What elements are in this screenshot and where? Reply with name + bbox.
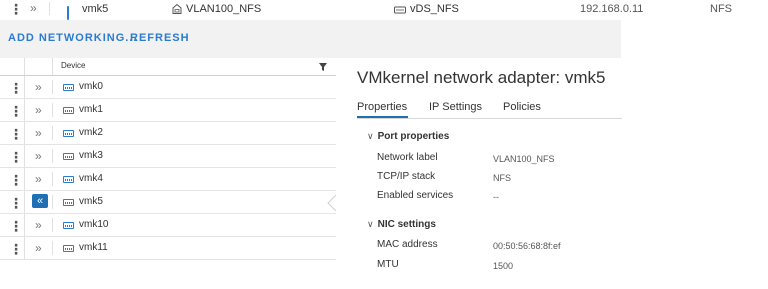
section-heading: Port properties xyxy=(377,131,450,142)
column-divider xyxy=(24,237,25,259)
tcpip-stack-label: TCP/IP stack xyxy=(377,171,436,182)
column-divider xyxy=(52,126,53,140)
network-adapter-icon xyxy=(63,199,74,206)
device-cell: vmk5 xyxy=(79,196,103,207)
enabled-services-value: -- xyxy=(493,192,499,202)
row-actions-icon[interactable]: ⋮ xyxy=(9,242,23,256)
stack-cell: NFS xyxy=(710,3,732,15)
column-divider xyxy=(24,145,25,167)
network-adapter-icon xyxy=(67,6,69,20)
network-adapter-icon xyxy=(63,130,74,137)
column-divider xyxy=(52,103,53,117)
column-divider xyxy=(24,191,25,213)
column-divider xyxy=(52,195,53,209)
row-actions-icon[interactable]: ⋮ xyxy=(9,196,23,210)
tcpip-stack-value: NFS xyxy=(493,173,511,183)
device-cell: vmk11 xyxy=(79,242,108,253)
toolbar: ADD NETWORKING... REFRESH xyxy=(0,20,621,58)
table-row-selected[interactable]: ⋮ « vmk5 xyxy=(0,191,336,214)
chevron-down-icon[interactable]: ∨ xyxy=(367,219,374,230)
ip-cell: 192.168.0.11 xyxy=(580,3,644,15)
mac-address-label: MAC address xyxy=(377,239,438,250)
table-row[interactable]: ⋮ » vmk2 xyxy=(0,122,336,145)
column-divider xyxy=(24,58,25,75)
table-row[interactable]: ⋮ » vmk3 xyxy=(0,145,336,168)
row-actions-icon[interactable]: ⋮ xyxy=(9,173,23,187)
enabled-services-label: Enabled services xyxy=(377,190,454,201)
tab-policies[interactable]: Policies xyxy=(503,101,541,113)
network-label-label: Network label xyxy=(377,152,438,163)
switch-cell: vDS_NFS xyxy=(410,3,459,15)
row-actions-icon[interactable]: ⋮ xyxy=(9,219,23,233)
table-row[interactable]: ⋮ » vmk11 xyxy=(0,237,336,260)
column-divider xyxy=(24,122,25,144)
network-adapter-icon xyxy=(63,222,74,229)
chevron-down-icon[interactable]: ∨ xyxy=(367,131,374,142)
network-label-value: VLAN100_NFS xyxy=(493,154,555,164)
section-heading: NIC settings xyxy=(377,219,436,230)
column-divider xyxy=(52,149,53,163)
detail-title: VMkernel network adapter: vmk5 xyxy=(357,68,606,87)
column-divider xyxy=(24,99,25,121)
expand-row-icon[interactable]: » xyxy=(35,104,42,116)
detail-pointer-icon xyxy=(327,195,336,211)
mac-address-value: 00:50:56:68:8f:ef xyxy=(493,241,561,251)
column-divider xyxy=(24,76,25,98)
refresh-button[interactable]: REFRESH xyxy=(130,32,190,44)
row-actions-icon[interactable]: ⋮ xyxy=(9,81,23,95)
column-header-device[interactable]: Device xyxy=(61,61,85,70)
tab-ip-settings[interactable]: IP Settings xyxy=(429,101,482,113)
network-adapter-icon xyxy=(63,153,74,160)
expand-row-icon[interactable]: » xyxy=(35,219,42,231)
expand-row-icon[interactable]: » xyxy=(35,173,42,185)
mtu-value: 1500 xyxy=(493,261,514,271)
portgroup-icon xyxy=(172,3,182,14)
row-actions-icon[interactable]: ⋮ xyxy=(9,104,23,118)
switch-icon xyxy=(394,6,406,14)
network-adapter-icon xyxy=(63,84,74,91)
collapse-details-icon[interactable]: « xyxy=(32,194,48,208)
previous-row[interactable]: ⋮ » vmk5 VLAN100_NFS vDS_NFS 192.168.0.1… xyxy=(0,0,768,20)
column-divider xyxy=(52,58,53,75)
column-divider xyxy=(52,80,53,94)
table-row[interactable]: ⋮ » vmk4 xyxy=(0,168,336,191)
expand-row-icon[interactable]: » xyxy=(35,242,42,254)
expand-row-icon[interactable]: » xyxy=(35,127,42,139)
column-divider xyxy=(49,2,50,15)
network-adapter-icon xyxy=(63,107,74,114)
device-cell: vmk1 xyxy=(79,104,103,115)
expand-row-icon[interactable]: » xyxy=(30,2,37,14)
device-cell: vmk2 xyxy=(79,127,103,138)
network-adapter-icon xyxy=(63,176,74,183)
device-cell: vmk4 xyxy=(79,173,103,184)
table-row[interactable]: ⋮ » vmk0 xyxy=(0,76,336,99)
row-actions-icon[interactable]: ⋮ xyxy=(9,127,23,141)
column-divider xyxy=(24,214,25,236)
network-adapter-icon xyxy=(63,245,74,252)
device-cell: vmk5 xyxy=(82,3,109,15)
device-cell: vmk10 xyxy=(79,219,109,230)
grid-header: Device xyxy=(0,58,336,76)
expand-row-icon[interactable]: » xyxy=(35,81,42,93)
network-label-cell: VLAN100_NFS xyxy=(186,3,262,15)
tab-properties[interactable]: Properties xyxy=(357,101,407,113)
device-cell: vmk3 xyxy=(79,150,103,161)
device-cell: vmk0 xyxy=(79,81,103,92)
add-networking-button[interactable]: ADD NETWORKING... xyxy=(8,32,137,44)
port-properties-section[interactable]: ∨ Port properties xyxy=(367,131,449,142)
column-divider xyxy=(52,172,53,186)
column-divider xyxy=(52,218,53,232)
expand-row-icon[interactable]: » xyxy=(35,150,42,162)
column-divider xyxy=(24,168,25,190)
nic-settings-section[interactable]: ∨ NIC settings xyxy=(367,219,436,230)
tab-divider xyxy=(357,118,622,119)
column-divider xyxy=(52,241,53,255)
filter-icon[interactable] xyxy=(319,63,327,71)
row-actions-icon[interactable]: ⋮ xyxy=(9,2,23,16)
row-actions-icon[interactable]: ⋮ xyxy=(9,150,23,164)
table-row[interactable]: ⋮ » vmk1 xyxy=(0,99,336,122)
table-row[interactable]: ⋮ » vmk10 xyxy=(0,214,336,237)
mtu-label: MTU xyxy=(377,259,399,270)
